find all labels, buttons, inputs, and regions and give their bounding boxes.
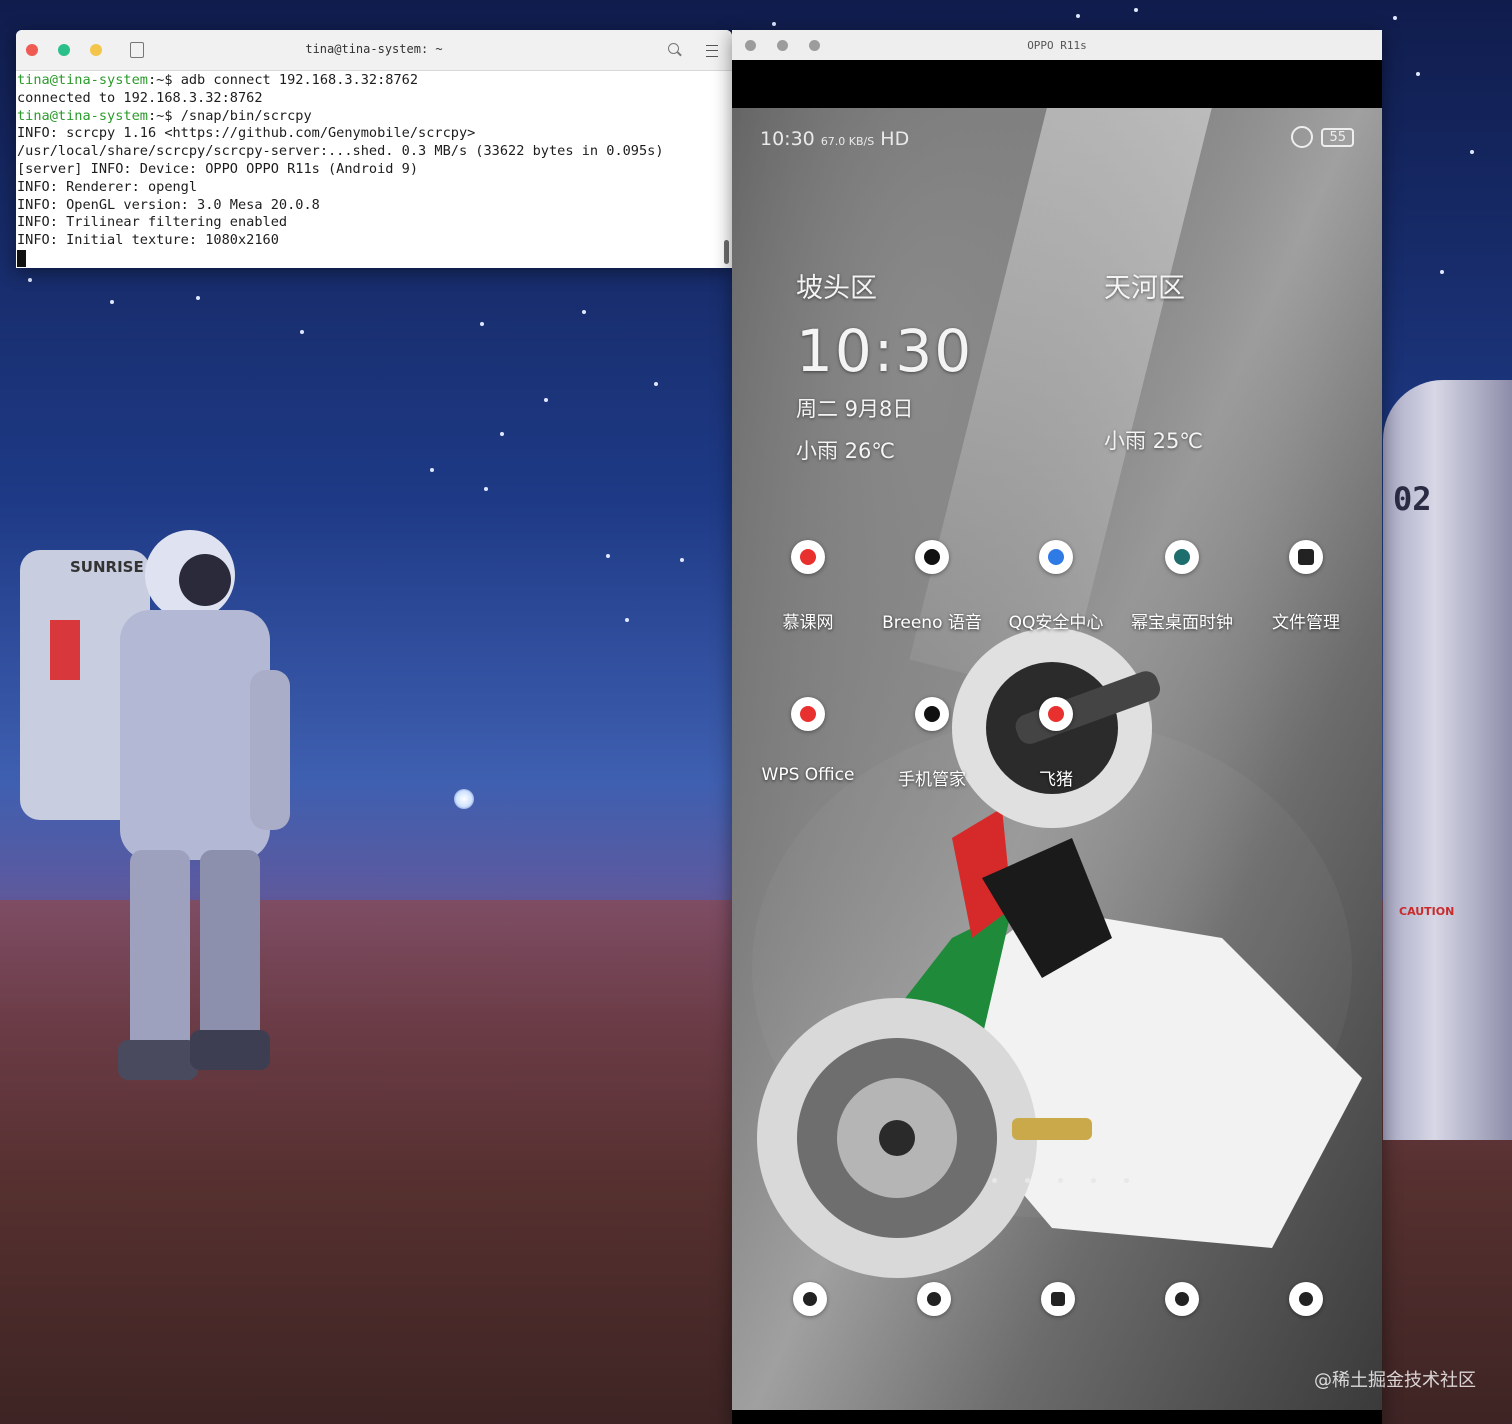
app-label: 幂宝桌面时钟 xyxy=(1131,613,1233,633)
status-time: 10:30 67.0 KB/S HD xyxy=(760,128,910,150)
terminal-line: INFO: Renderer: opengl xyxy=(17,178,198,195)
scrcpy-phone-window[interactable]: OPPO R11s 10:30 67.0 KB/S HD 55 坡头区 10:3… xyxy=(732,30,1382,1424)
app-qq-security[interactable]: QQ安全中心 xyxy=(994,540,1118,633)
moon xyxy=(454,789,474,809)
terminal-line: [server] INFO: Device: OPPO OPPO R11s (A… xyxy=(17,160,419,177)
astronaut-label: SUNRISE xyxy=(70,558,144,576)
terminal-scrollbar[interactable] xyxy=(724,240,729,264)
app-label: QQ安全中心 xyxy=(1008,613,1104,633)
mooc-icon xyxy=(791,540,825,574)
clock-city: 天河区 xyxy=(1104,273,1185,304)
rocket-illustration: 02 CAUTION xyxy=(1383,380,1512,1140)
camera-icon[interactable] xyxy=(1041,1282,1075,1316)
app-label: 文件管理 xyxy=(1272,613,1340,633)
terminal-output[interactable]: tina@tina-system:~$ adb connect 192.168.… xyxy=(16,71,732,268)
terminal-line: INFO: Trilinear filtering enabled xyxy=(17,214,288,231)
app-label: WPS Office xyxy=(761,765,855,785)
hd-indicator: HD xyxy=(880,128,910,150)
terminal-line: /usr/local/share/scrcpy/scrcpy-server:..… xyxy=(17,143,664,160)
phone-window-title: OPPO R11s xyxy=(1027,39,1087,52)
wps-icon xyxy=(791,697,825,731)
app-desktop-clock[interactable]: 幂宝桌面时钟 xyxy=(1120,540,1244,633)
phone-screen[interactable]: 10:30 67.0 KB/S HD 55 坡头区 10:30 周二 9月8日 … xyxy=(732,108,1382,1410)
phone-icon[interactable] xyxy=(793,1282,827,1316)
clock-date: 周二 9月8日 xyxy=(796,397,914,421)
qq-security-icon xyxy=(1039,540,1073,574)
network-speed: 67.0 KB/S xyxy=(820,135,875,148)
app-breeno[interactable]: Breeno 语音 xyxy=(870,540,994,633)
alarm-icon xyxy=(1291,126,1314,148)
status-right-icons: 55 xyxy=(1291,126,1354,148)
terminal-line: connected to 192.168.3.32:8762 xyxy=(17,89,263,106)
desktop-clock-icon xyxy=(1165,540,1199,574)
clock-weather: 小雨 25℃ xyxy=(1104,429,1203,453)
wechat-icon[interactable] xyxy=(1289,1282,1323,1316)
terminal-line: tina@tina-system:~$ adb connect 192.168.… xyxy=(17,72,419,88)
page-indicator xyxy=(992,1178,1129,1183)
rocket-number: 02 xyxy=(1393,480,1432,518)
clock-widget-right[interactable]: 天河区 小雨 25℃ xyxy=(1104,266,1203,455)
app-mooc[interactable]: 慕课网 xyxy=(746,540,870,633)
messages-icon[interactable] xyxy=(917,1282,951,1316)
clock-weather: 小雨 26℃ xyxy=(796,439,895,463)
clock-widget-left[interactable]: 坡头区 10:30 周二 9月8日 小雨 26℃ xyxy=(796,266,973,465)
app-wps-office[interactable]: WPS Office xyxy=(746,697,870,785)
terminal-line: INFO: scrcpy 1.16 <https://github.com/Ge… xyxy=(17,125,476,142)
terminal-line: tina@tina-system:~$ /snap/bin/scrcpy xyxy=(17,107,312,124)
phone-manager-icon xyxy=(915,697,949,731)
app-label: 手机管家 xyxy=(898,770,966,790)
watermark: @稀土掘金技术社区 xyxy=(1314,1370,1476,1391)
search-icon[interactable] xyxy=(668,43,679,54)
astronaut-illustration: SUNRISE xyxy=(20,530,290,1080)
terminal-titlebar[interactable]: tina@tina-system: ~ xyxy=(16,30,732,71)
browser-icon[interactable] xyxy=(1165,1282,1199,1316)
terminal-title: tina@tina-system: ~ xyxy=(305,42,443,56)
fliggy-icon xyxy=(1039,697,1073,731)
hamburger-menu-icon[interactable] xyxy=(706,45,718,57)
app-file-manager[interactable]: 文件管理 xyxy=(1244,540,1368,633)
terminal-line: INFO: Initial texture: 1080x2160 xyxy=(17,232,279,249)
terminal-cursor-line xyxy=(17,249,731,268)
battery-indicator: 55 xyxy=(1321,127,1354,147)
app-fliggy[interactable]: 飞猪 xyxy=(994,697,1118,790)
rocket-caution-label: CAUTION xyxy=(1399,905,1455,918)
app-label: 飞猪 xyxy=(1039,770,1073,790)
phone-window-titlebar[interactable]: OPPO R11s xyxy=(732,30,1382,60)
clock-city: 坡头区 xyxy=(796,273,877,304)
terminal-line: INFO: OpenGL version: 3.0 Mesa 20.0.8 xyxy=(17,196,320,213)
app-label: Breeno 语音 xyxy=(882,613,982,633)
clock-time: 10:30 xyxy=(796,317,974,385)
app-phone-manager[interactable]: 手机管家 xyxy=(870,697,994,790)
file-manager-icon xyxy=(1289,540,1323,574)
text-cursor xyxy=(17,249,26,267)
breeno-icon xyxy=(915,540,949,574)
app-label: 慕课网 xyxy=(782,613,834,633)
terminal-window[interactable]: tina@tina-system: ~ tina@tina-system:~$ … xyxy=(16,30,732,268)
